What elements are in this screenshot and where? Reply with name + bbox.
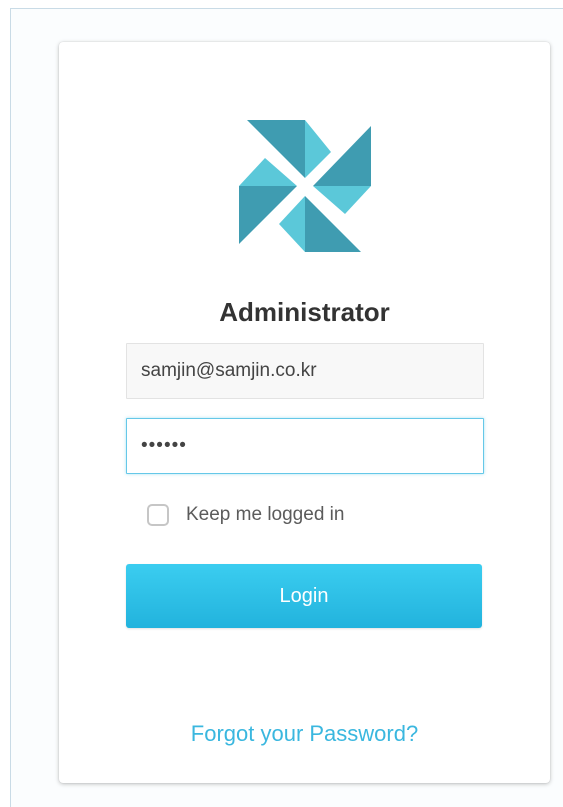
remember-me-toggle[interactable]: Keep me logged in: [147, 502, 344, 528]
page-title: Administrator: [219, 297, 390, 327]
forgot-password-link[interactable]: Forgot your Password?: [59, 721, 550, 747]
page-frame: Administrator Keep me logged in Login Fo…: [10, 8, 563, 807]
remember-me-label: Keep me logged in: [186, 504, 345, 525]
password-field[interactable]: [126, 418, 484, 474]
login-button[interactable]: Login: [126, 564, 482, 628]
checkbox-unchecked-icon[interactable]: [147, 504, 169, 526]
email-field[interactable]: [126, 343, 484, 399]
login-card: Administrator Keep me logged in Login Fo…: [59, 42, 550, 783]
pinwheel-logo-icon: [239, 120, 371, 252]
